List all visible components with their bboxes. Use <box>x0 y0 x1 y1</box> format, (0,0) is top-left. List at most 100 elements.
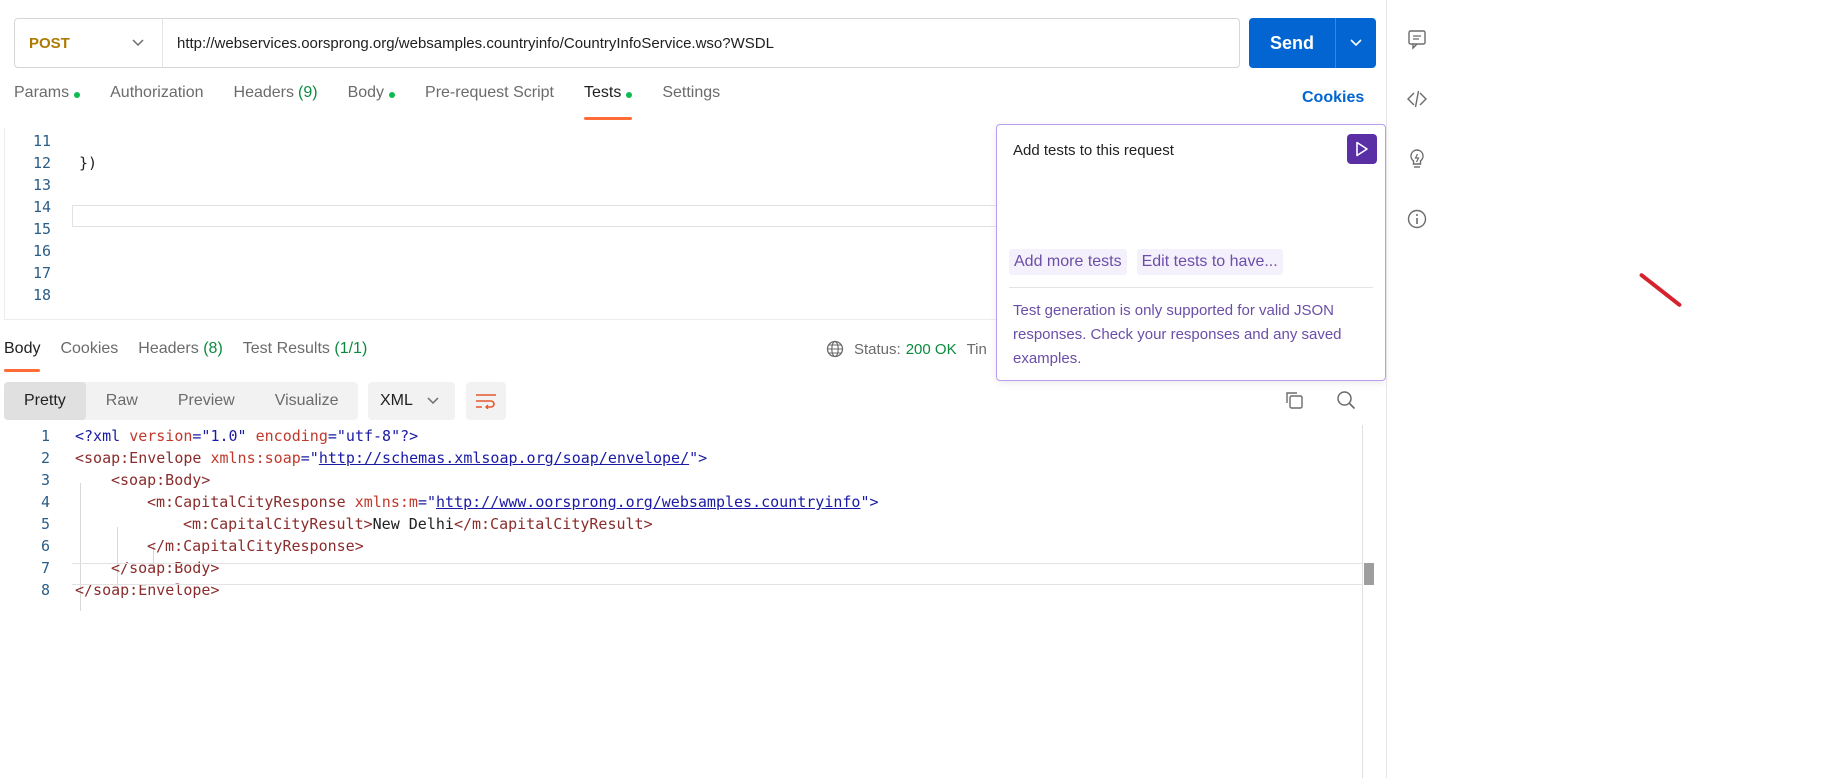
suggestion-chip[interactable]: Add more tests <box>1009 249 1127 275</box>
scrollbar-thumb[interactable] <box>1364 563 1374 585</box>
search-icon[interactable] <box>1336 390 1356 415</box>
view-preview[interactable]: Preview <box>158 382 255 420</box>
tab-response-cookies[interactable]: Cookies <box>60 340 118 372</box>
send-options-button[interactable] <box>1335 18 1376 68</box>
tab-label: Tests <box>583 84 622 101</box>
format-label: XML <box>380 392 413 409</box>
tab-headers[interactable]: Headers (9) <box>234 84 318 120</box>
code-line: 1 <?xml version="1.0" encoding="utf-8"?> <box>0 425 418 447</box>
line-number: 3 <box>40 471 50 489</box>
view-raw[interactable]: Raw <box>86 382 158 420</box>
response-tabs: Body Cookies Headers (8) Test Results (1… <box>4 340 387 372</box>
code-text: <soap:Body> <box>111 471 211 489</box>
method-select[interactable]: POST <box>15 19 163 67</box>
url-input[interactable]: http://webservices.oorsprong.org/websamp… <box>163 35 774 52</box>
line-number: 11 <box>32 132 51 150</box>
tab-tests[interactable]: Tests <box>583 84 633 120</box>
line-number: 4 <box>40 493 50 511</box>
code-text: <m:CapitalCityResponse xmlns:m="http://w… <box>147 493 879 511</box>
play-icon <box>1356 141 1368 157</box>
code-line: 6 </m:CapitalCityResponse> <box>0 535 364 557</box>
request-tabs: Params Authorization Headers (9) Body Pre… <box>14 84 750 120</box>
active-line-highlight <box>72 563 1362 585</box>
code-text: <soap:Envelope xmlns:soap="http://schema… <box>75 449 708 467</box>
tab-label: Body <box>347 84 385 101</box>
cookies-link[interactable]: Cookies <box>1302 89 1364 107</box>
lightbulb-icon[interactable] <box>1406 148 1428 175</box>
send-button-group: Send <box>1249 18 1376 68</box>
tab-response-headers[interactable]: Headers (8) <box>138 340 223 372</box>
line-number: 2 <box>40 449 50 467</box>
tab-response-body[interactable]: Body <box>4 340 41 372</box>
tab-params[interactable]: Params <box>14 84 81 120</box>
view-visualize[interactable]: Visualize <box>255 382 359 420</box>
tab-body[interactable]: Body <box>347 84 396 120</box>
red-annotation-mark <box>1638 272 1683 308</box>
tab-settings[interactable]: Settings <box>662 84 720 120</box>
line-number: 15 <box>32 220 51 238</box>
prompt-input[interactable]: Add tests to this request <box>1013 142 1174 159</box>
line-number: 17 <box>32 264 51 282</box>
wrap-lines-button[interactable] <box>466 382 506 420</box>
code-line: 11 <box>5 130 79 152</box>
line-number: 18 <box>32 286 51 304</box>
tab-label: Pre-request Script <box>425 84 554 101</box>
tab-authorization[interactable]: Authorization <box>110 84 203 120</box>
divider <box>1009 287 1373 288</box>
send-button[interactable]: Send <box>1249 18 1335 68</box>
tab-label: Authorization <box>110 84 204 101</box>
globe-icon[interactable] <box>826 340 844 358</box>
comment-icon[interactable] <box>1406 28 1428 55</box>
active-dot <box>74 92 81 98</box>
code-icon[interactable] <box>1406 88 1428 115</box>
wrap-text-icon <box>476 394 496 409</box>
code-line: 4 <m:CapitalCityResponse xmlns:m="http:/… <box>0 491 879 513</box>
status-value[interactable]: 200 OK <box>906 341 957 358</box>
method-label: POST <box>29 34 70 52</box>
tab-label: Params <box>14 84 70 101</box>
view-mode-segment: Pretty Raw Preview Visualize <box>4 382 358 420</box>
code-line: 12}) <box>5 152 97 174</box>
namespace-link[interactable]: http://schemas.xmlsoap.org/soap/envelope… <box>319 449 689 467</box>
response-status: Status: 200 OK Tin <box>826 340 987 358</box>
status-label: Status: <box>854 340 901 358</box>
line-number: 16 <box>32 242 51 260</box>
code-text: <m:CapitalCityResult>New Delhi</m:Capita… <box>183 515 653 533</box>
vertical-scrollbar[interactable] <box>1362 425 1376 778</box>
tab-count: (8) <box>203 340 223 357</box>
code-text: </m:CapitalCityResponse> <box>147 537 364 555</box>
url-bar: POST http://webservices.oorsprong.org/we… <box>14 18 1240 68</box>
copy-icon[interactable] <box>1284 390 1304 415</box>
chevron-down-icon <box>132 39 144 47</box>
code-text: <?xml version="1.0" encoding="utf-8"?> <box>75 427 419 445</box>
tab-label: Test Results <box>242 340 330 357</box>
tab-label: Cookies <box>60 340 119 357</box>
code-line: 3 <soap:Body> <box>0 469 210 491</box>
active-dot <box>626 92 633 98</box>
line-number: 12 <box>32 154 51 172</box>
active-line-highlight <box>72 205 1002 227</box>
code-line: 13 <box>5 174 51 196</box>
tab-label: Settings <box>662 84 721 101</box>
suggestion-chip[interactable]: Edit tests to have... <box>1136 249 1283 275</box>
view-pretty[interactable]: Pretty <box>4 382 86 420</box>
namespace-link[interactable]: http://www.oorsprong.org/websamples.coun… <box>436 493 860 511</box>
response-body-editor[interactable]: 1 <?xml version="1.0" encoding="utf-8"?>… <box>0 425 1365 778</box>
code-text: }) <box>79 154 98 172</box>
popup-note: Test generation is only supported for va… <box>1013 302 1342 367</box>
code-line: 17 <box>5 262 51 284</box>
tab-count: (1/1) <box>334 340 368 357</box>
code-line: 15 <box>5 218 51 240</box>
line-number: 6 <box>40 537 50 555</box>
format-select[interactable]: XML <box>368 382 455 420</box>
code-line: 8 </soap:Envelope> <box>0 579 220 601</box>
code-line: 14 <box>5 196 51 218</box>
info-icon[interactable] <box>1406 208 1428 235</box>
generate-tests-popup: Add tests to this request Add more tests… <box>996 124 1386 381</box>
tab-pre-request-script[interactable]: Pre-request Script <box>425 84 554 120</box>
run-prompt-button[interactable] <box>1347 134 1377 164</box>
tab-test-results[interactable]: Test Results (1/1) <box>243 340 368 372</box>
tab-label: Headers <box>233 84 294 101</box>
active-dot <box>389 92 396 98</box>
code-line: 5 <m:CapitalCityResult>New Delhi</m:Capi… <box>0 513 653 535</box>
